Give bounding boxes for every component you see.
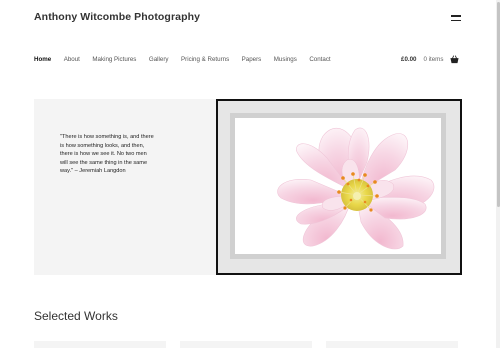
work-tile[interactable] [180,341,312,348]
selected-works-grid [34,341,462,348]
hero-quote: "There is how something is, and there is… [60,134,154,175]
nav-item-papers[interactable]: Papers [242,56,262,63]
nav-item-making-pictures[interactable]: Making Pictures [92,56,136,63]
primary-navigation: Home About Making Pictures Gallery Prici… [34,56,343,63]
site-title[interactable]: Anthony Witcombe Photography [34,11,200,23]
scrollbar-thumb[interactable] [496,2,500,207]
nav-item-about[interactable]: About [64,56,80,63]
nav-item-gallery[interactable]: Gallery [149,56,169,63]
work-tile[interactable] [326,341,458,348]
work-tile[interactable] [34,341,166,348]
cart-count: 0 items [423,56,444,63]
featured-photo-frame[interactable] [216,99,462,275]
nav-item-pricing-returns[interactable]: Pricing & Returns [181,56,229,63]
flower-photo [235,118,441,254]
selected-works-heading: Selected Works [34,309,118,323]
basket-icon [450,55,459,64]
nav-item-contact[interactable]: Contact [309,56,330,63]
cart-link[interactable]: £0.00 0 items [401,55,459,64]
photo-mat [230,113,446,259]
nav-item-home[interactable]: Home [34,56,51,63]
page-scrollbar[interactable] [496,0,500,348]
cart-amount: £0.00 [401,56,417,63]
nav-item-musings[interactable]: Musings [274,56,297,63]
hamburger-menu-icon[interactable] [451,15,461,21]
